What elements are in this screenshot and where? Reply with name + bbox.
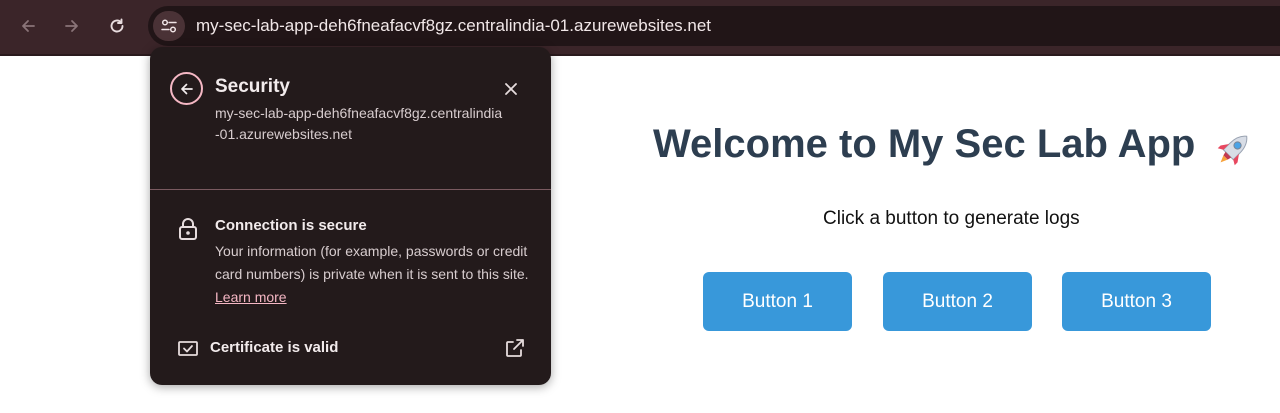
forward-arrow-icon[interactable] [57,11,87,41]
page-title: Welcome to My Sec Lab App [653,122,1196,166]
button-2[interactable]: Button 2 [883,272,1032,331]
connection-description: Your information (for example, passwords… [215,243,529,305]
learn-more-link[interactable]: Learn more [215,289,287,305]
back-arrow-icon[interactable] [170,72,203,105]
security-popup: Security my-sec-lab-app-deh6fneafacvf8gz… [150,47,551,385]
address-bar[interactable]: my-sec-lab-app-deh6fneafacvf8gz.centrali… [148,6,1280,46]
button-3[interactable]: Button 3 [1062,272,1211,331]
site-settings-icon[interactable] [153,11,185,41]
lock-icon [179,218,197,240]
page-subtitle: Click a button to generate logs [823,208,1080,229]
button-1[interactable]: Button 1 [703,272,852,331]
connection-status-title: Connection is secure [215,217,367,234]
back-arrow-icon[interactable] [13,11,43,41]
rocket-icon [1217,135,1248,166]
close-icon[interactable] [502,80,520,98]
certificate-icon [178,341,198,356]
url-text[interactable]: my-sec-lab-app-deh6fneafacvf8gz.centrali… [196,16,711,36]
popup-host: my-sec-lab-app-deh6fneafacvf8gz.centrali… [215,105,503,142]
reload-icon[interactable] [102,11,132,41]
divider [150,189,551,190]
certificate-valid-item[interactable]: Certificate is valid [210,339,338,356]
external-link-icon[interactable] [504,337,526,359]
popup-title: Security [215,76,290,97]
